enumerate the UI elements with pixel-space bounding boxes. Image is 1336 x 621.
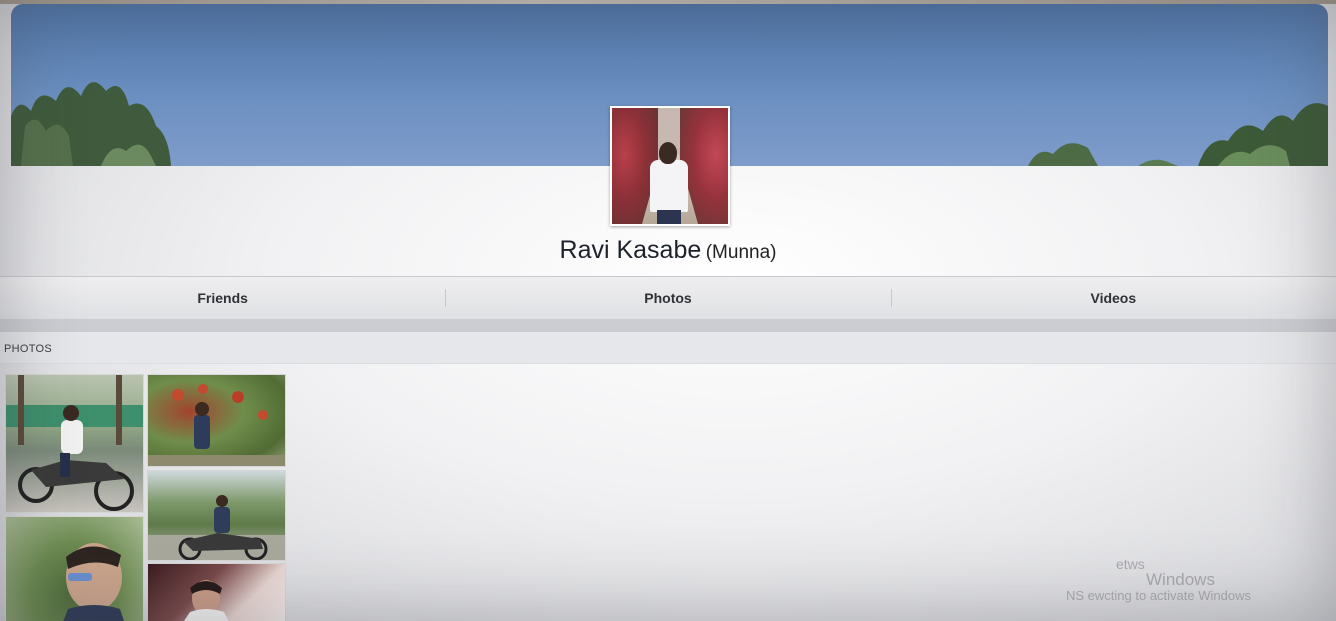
watermark-line-2: Windows xyxy=(1146,570,1215,589)
activate-windows-watermark: etws Windows NS ewcting to activate Wind… xyxy=(1066,556,1296,606)
photo-4-art xyxy=(63,543,124,621)
profile-tab-bar: Friends Photos Videos xyxy=(0,276,1336,320)
photo-2-art xyxy=(148,384,285,466)
photo-thumbnail-5[interactable] xyxy=(147,563,286,621)
photo-thumbnail-1[interactable] xyxy=(5,374,144,513)
profile-picture[interactable] xyxy=(610,106,730,226)
profile-nickname: (Munna) xyxy=(705,242,777,263)
tab-videos[interactable]: Videos xyxy=(890,288,1336,308)
cover-trees-left xyxy=(11,82,171,166)
avatar-person-legs xyxy=(657,210,681,224)
cover-trees-right xyxy=(1028,103,1328,166)
avatar-person-shirt xyxy=(650,160,688,212)
photo-thumbnail-2[interactable] xyxy=(147,374,286,467)
photo-thumbnail-4[interactable] xyxy=(5,516,144,621)
photo-1-art xyxy=(6,375,143,511)
section-divider xyxy=(0,319,1336,332)
photos-section-title: PHOTOS xyxy=(4,343,53,355)
avatar-person-head xyxy=(659,142,677,164)
photo-3-art xyxy=(148,495,285,560)
tab-photos[interactable]: Photos xyxy=(445,288,890,308)
profile-name: Ravi Kasabe xyxy=(559,236,702,264)
photo-thumbnail-3[interactable] xyxy=(147,470,286,561)
photo-5-art xyxy=(184,580,229,621)
profile-name-row: Ravi Kasabe (Munna) xyxy=(0,236,1336,265)
watermark-line-3: NS ewcting to activate Windows xyxy=(1066,588,1251,603)
tab-friends[interactable]: Friends xyxy=(0,288,445,308)
photos-section-header: PHOTOS xyxy=(0,332,1336,364)
